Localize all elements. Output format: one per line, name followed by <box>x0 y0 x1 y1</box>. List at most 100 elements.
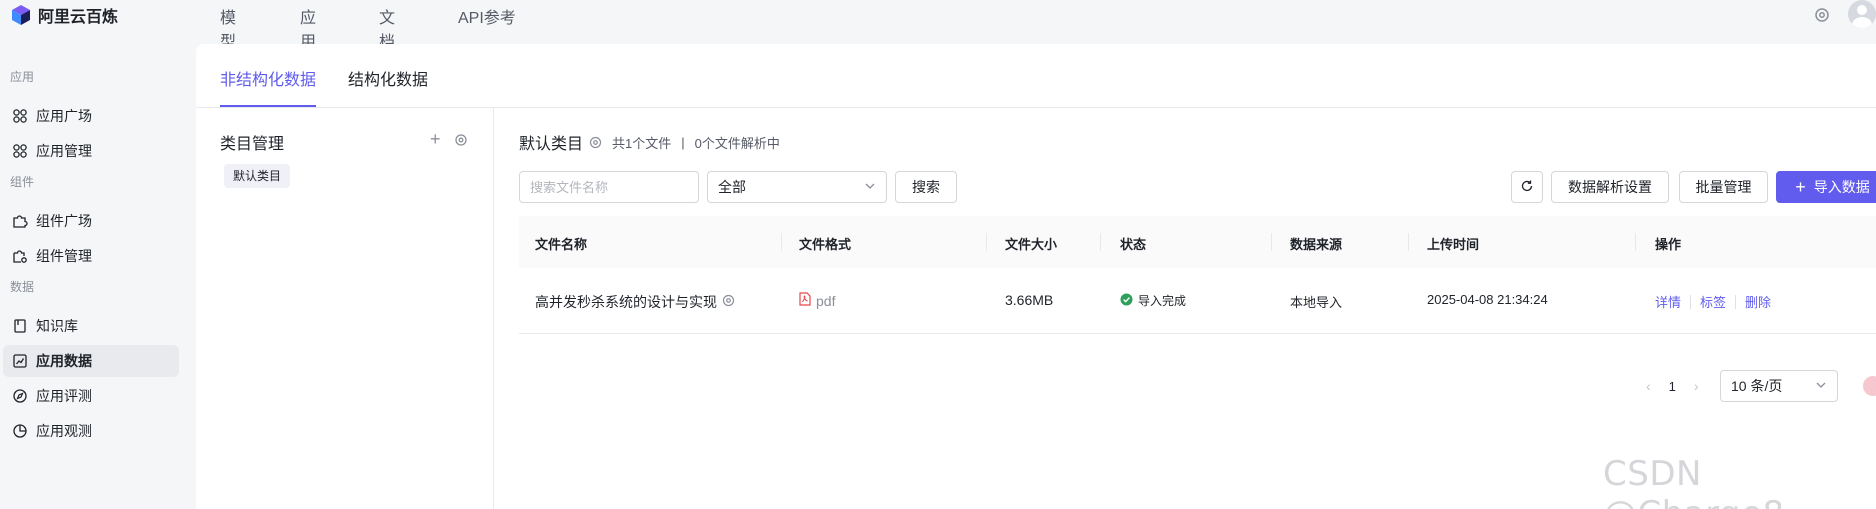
pdf-file-icon <box>799 292 811 309</box>
add-category-icon[interactable]: + <box>430 130 441 148</box>
success-check-icon <box>1120 293 1133 309</box>
tab-structured-data[interactable]: 结构化数据 <box>348 66 428 90</box>
batch-management-button[interactable]: 批量管理 <box>1679 171 1768 203</box>
sidebar-item-app-plaza[interactable]: 应用广场 <box>3 100 179 132</box>
floating-helper-button[interactable] <box>1863 376 1876 396</box>
chart-line-icon <box>12 353 28 369</box>
import-data-button[interactable]: + 导入数据 <box>1776 171 1876 203</box>
sidebar-item-component-plaza[interactable]: 组件广场 <box>3 205 179 237</box>
actions-cell: 详情 标签 删除 <box>1655 292 1771 311</box>
plus-icon: + <box>1795 177 1806 197</box>
status-cell: 导入完成 <box>1120 292 1186 309</box>
refresh-button[interactable] <box>1511 171 1543 203</box>
content-area: 默认类目 共1个文件 | 0个文件解析中 全部 搜索 数据解析设置 批量管理 +… <box>494 108 1876 509</box>
delete-link[interactable]: 删除 <box>1745 292 1771 311</box>
sidebar-item-label: 组件广场 <box>36 213 92 229</box>
tag-link[interactable]: 标签 <box>1700 292 1726 311</box>
grid-icon <box>12 108 28 124</box>
sidebar-item-label: 应用广场 <box>36 108 92 124</box>
brand-logo[interactable]: 阿里云百炼 <box>10 3 118 27</box>
page-size-value: 10 条/页 <box>1731 378 1783 394</box>
parsing-count: 0个文件解析中 <box>694 135 780 151</box>
puzzle-settings-icon <box>12 248 28 264</box>
sidebar-section-components: 组件 <box>10 175 35 189</box>
file-size: 3.66MB <box>1005 292 1054 308</box>
col-data-source: 数据来源 <box>1290 237 1343 252</box>
search-input[interactable] <box>519 171 699 203</box>
status-label: 导入完成 <box>1138 294 1187 308</box>
file-name: 高并发秒杀系统的设计与实现 <box>535 294 717 310</box>
files-table: 文件名称 文件格式 文件大小 状态 数据来源 上传时间 操作 高并发秒杀系统的设… <box>519 216 1876 334</box>
status-select[interactable]: 全部 <box>707 171 887 203</box>
column-divider <box>986 233 987 251</box>
file-format-cell: pdf <box>799 292 835 309</box>
sidebar-section-apps: 应用 <box>10 70 35 84</box>
column-divider <box>1100 233 1101 251</box>
next-page-icon[interactable]: › <box>1694 378 1699 394</box>
avatar[interactable] <box>1848 0 1876 28</box>
sidebar-item-component-management[interactable]: 组件管理 <box>3 240 179 272</box>
main-panel: 非结构化数据 结构化数据 类目管理 + 默认类目 默认类目 共1个文件 | 0个… <box>196 44 1876 509</box>
sidebar-item-app-evaluation[interactable]: 应用评测 <box>3 380 179 412</box>
category-settings-icon[interactable] <box>454 133 468 147</box>
file-name-cell: 高并发秒杀系统的设计与实现 <box>535 292 735 312</box>
parse-settings-button[interactable]: 数据解析设置 <box>1551 171 1669 203</box>
sidebar-item-knowledge-base[interactable]: 知识库 <box>3 310 179 342</box>
batch-management-label: 批量管理 <box>1695 179 1752 195</box>
table-row: 高并发秒杀系统的设计与实现 pdf 3.66MB 导入完成 本地导入 2025-… <box>519 268 1876 334</box>
puzzle-icon <box>12 213 28 229</box>
nav-api-reference[interactable]: API参考 <box>458 4 516 28</box>
compass-icon <box>12 388 28 404</box>
search-button-label: 搜索 <box>912 179 940 195</box>
file-info-icon[interactable] <box>722 294 735 310</box>
status-select-value: 全部 <box>718 179 746 195</box>
sidebar-item-label: 应用观测 <box>36 423 92 439</box>
sidebar-item-label: 知识库 <box>36 318 78 334</box>
sidebar-item-label: 组件管理 <box>36 248 92 264</box>
sidebar-item-label: 应用评测 <box>36 388 92 404</box>
chevron-down-icon <box>864 179 876 195</box>
col-file-name: 文件名称 <box>535 237 588 252</box>
table-header: 文件名称 文件格式 文件大小 状态 数据来源 上传时间 操作 <box>519 216 1876 268</box>
prev-page-icon[interactable]: ‹ <box>1646 378 1651 394</box>
sidebar-item-app-data[interactable]: 应用数据 <box>3 345 179 377</box>
sidebar-item-app-observation[interactable]: 应用观测 <box>3 415 179 447</box>
sidebar-item-label: 应用管理 <box>36 143 92 159</box>
content-title: 默认类目 <box>519 136 584 153</box>
file-format: pdf <box>816 292 836 309</box>
brand-mark-icon <box>10 4 32 26</box>
action-divider <box>1690 294 1692 309</box>
search-button[interactable]: 搜索 <box>895 171 957 203</box>
tab-bar: 非结构化数据 结构化数据 <box>196 44 1876 108</box>
category-info-icon[interactable] <box>589 136 602 149</box>
data-source: 本地导入 <box>1290 295 1343 310</box>
current-page[interactable]: 1 <box>1669 379 1676 394</box>
file-count: 共1个文件 <box>612 135 672 151</box>
action-divider <box>1735 294 1737 309</box>
category-tag-default[interactable]: 默认类目 <box>224 164 291 188</box>
category-title: 类目管理 <box>220 136 285 153</box>
col-status: 状态 <box>1120 237 1147 252</box>
brand-name: 阿里云百炼 <box>38 9 119 26</box>
category-panel: 类目管理 + 默认类目 <box>196 108 494 509</box>
pagination: ‹ 1 › <box>1646 378 1699 394</box>
column-divider <box>781 233 782 251</box>
col-upload-time: 上传时间 <box>1427 237 1480 252</box>
sidebar-item-app-management[interactable]: 应用管理 <box>3 135 179 167</box>
pie-icon <box>12 423 28 439</box>
chevron-down-icon <box>1815 378 1827 394</box>
settings-icon[interactable] <box>1813 6 1831 24</box>
grid-icon <box>12 143 28 159</box>
sidebar: 应用 应用广场 应用管理 组件 组件广场 组件管理 数据 知识库 应用数据 应用… <box>0 44 190 509</box>
col-file-format: 文件格式 <box>799 237 852 252</box>
tab-unstructured-data[interactable]: 非结构化数据 <box>220 66 316 90</box>
active-tab-indicator <box>220 105 316 107</box>
import-data-label: 导入数据 <box>1813 179 1870 195</box>
sidebar-section-data: 数据 <box>10 280 35 294</box>
page-size-select[interactable]: 10 条/页 <box>1720 370 1838 402</box>
book-icon <box>12 318 28 334</box>
detail-link[interactable]: 详情 <box>1655 292 1681 311</box>
column-divider <box>1271 233 1272 251</box>
parse-settings-label: 数据解析设置 <box>1568 179 1652 195</box>
watermark: CSDN @Charge8 <box>1603 454 1784 509</box>
